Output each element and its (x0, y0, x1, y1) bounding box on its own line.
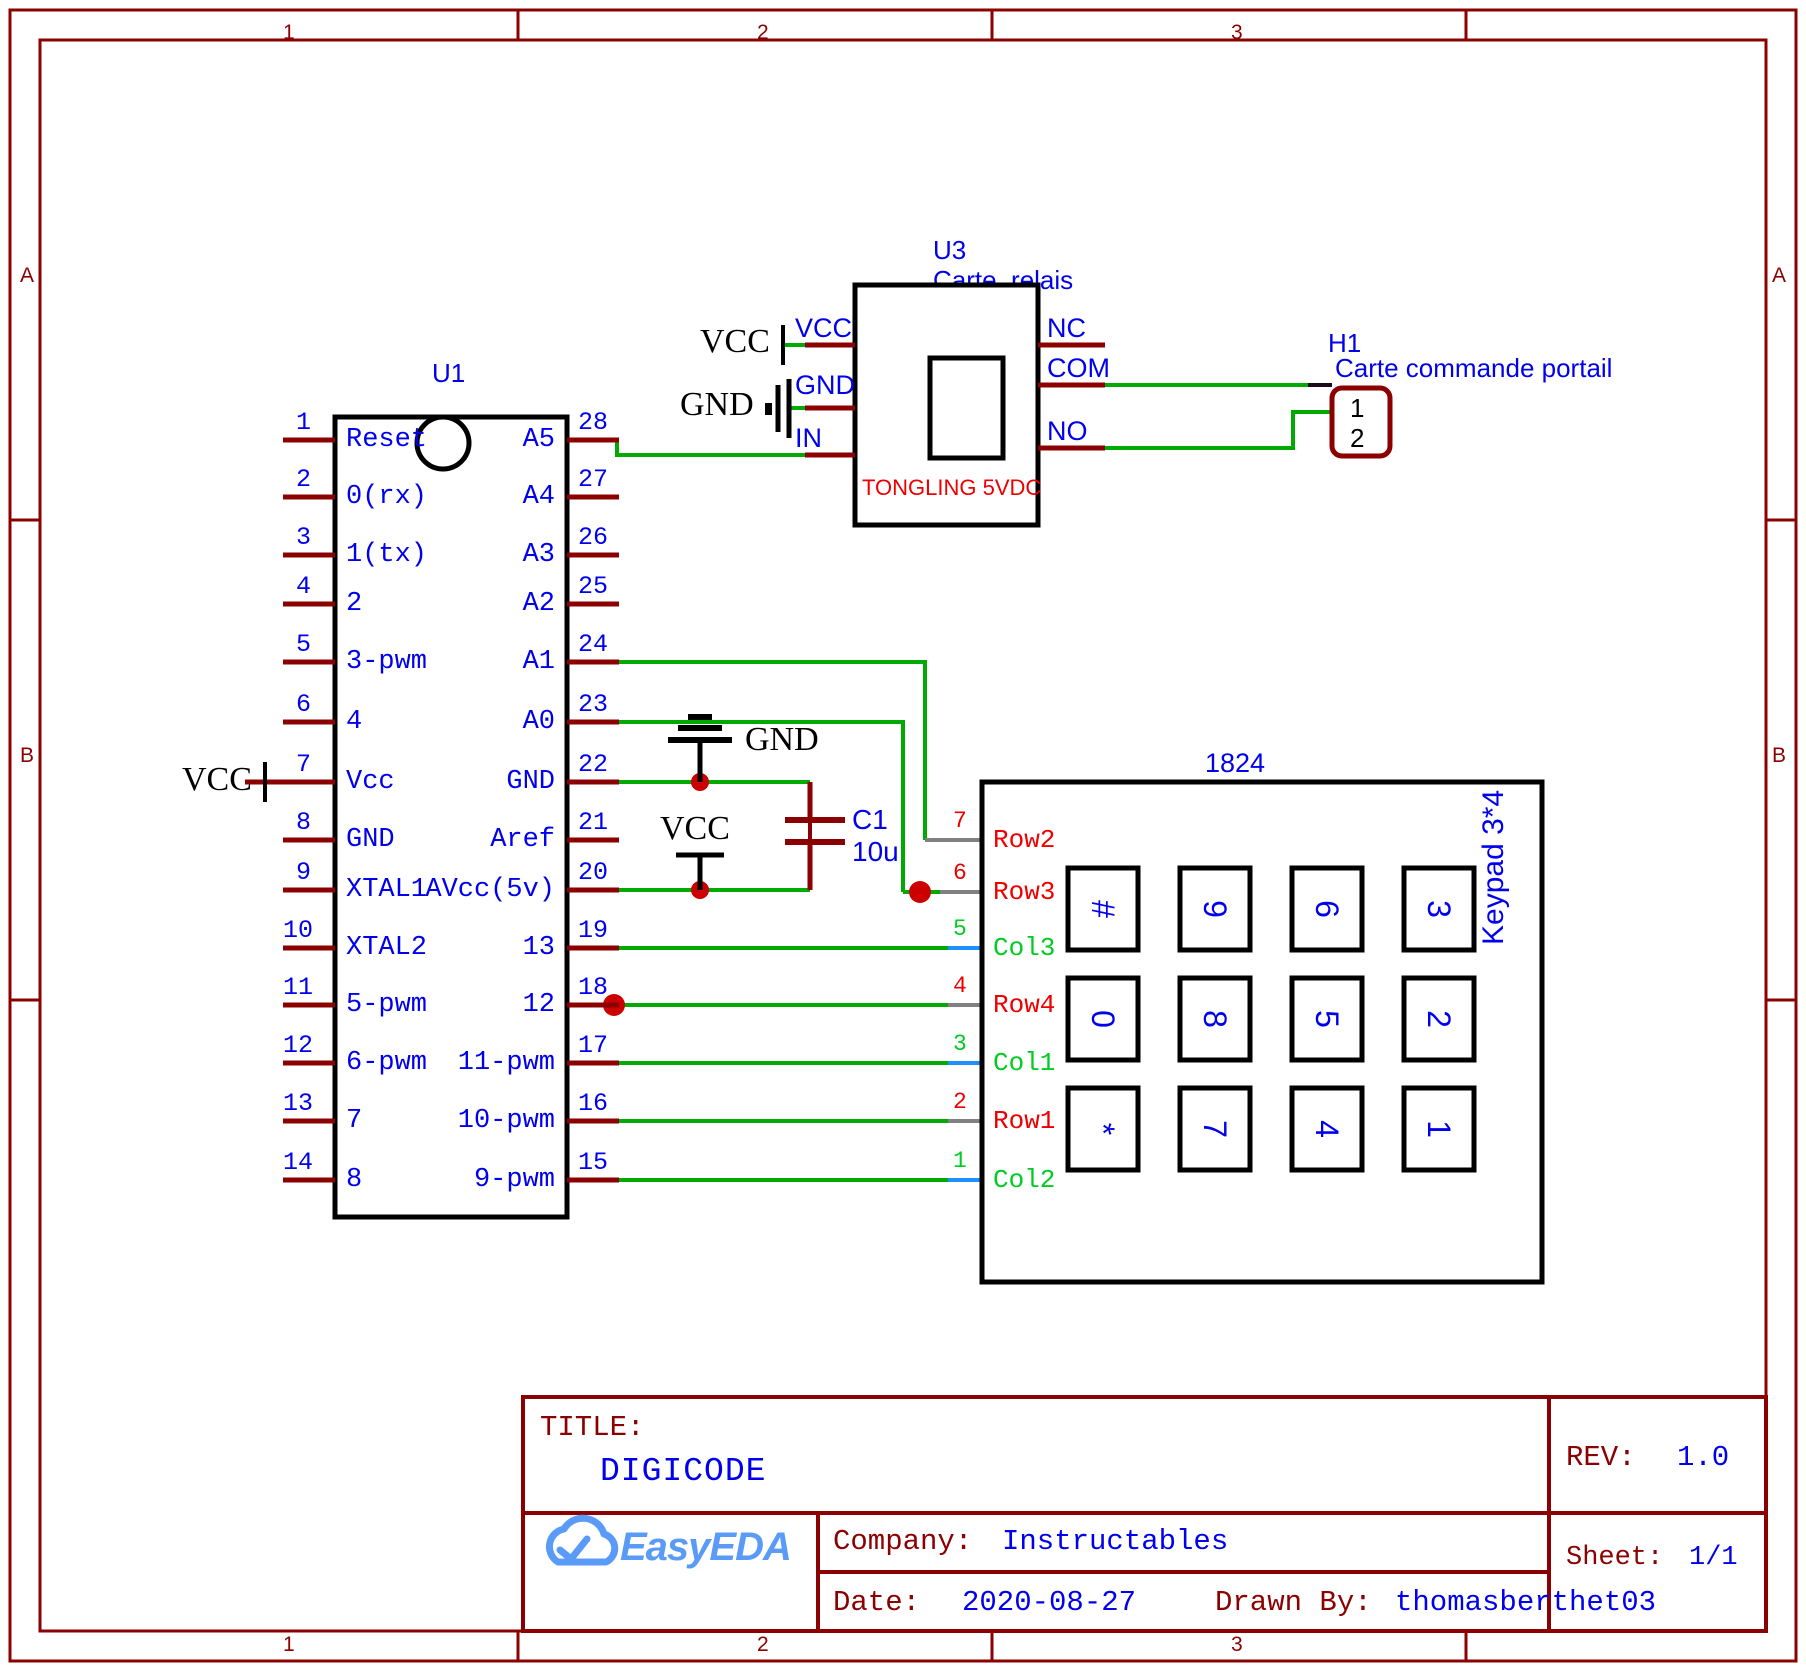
easyeda-logo-text: EasyEDA (620, 1525, 792, 1569)
schematic-sheet: 1 2 3 1 2 3 A B A B U1 1 2 3 4 5 6 7 8 9… (0, 0, 1806, 1671)
easyeda-logo-icon (546, 1514, 619, 1566)
